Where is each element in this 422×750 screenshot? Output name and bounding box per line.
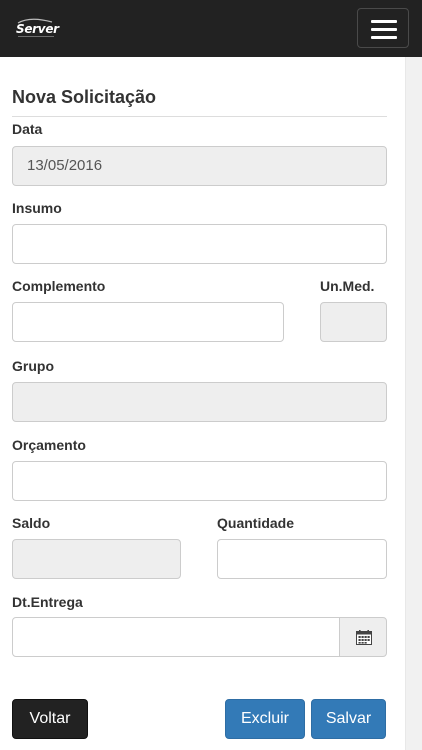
voltar-button[interactable]: Voltar	[12, 699, 88, 739]
insumo-label: Insumo	[12, 200, 62, 216]
page-title: Nova Solicitação	[12, 87, 157, 107]
quantidade-field[interactable]	[217, 539, 387, 579]
unmed-field[interactable]	[320, 302, 387, 342]
unmed-label: Un.Med.	[320, 278, 375, 294]
dtentrega-input-group	[12, 617, 387, 657]
brand-text: Server	[16, 22, 59, 36]
data-field[interactable]: 13/05/2016	[12, 146, 387, 186]
complemento-field[interactable]	[12, 302, 284, 342]
vertical-scrollbar[interactable]	[405, 57, 422, 750]
orcamento-label: Orçamento	[12, 437, 86, 453]
menu-toggle-button[interactable]	[357, 8, 409, 48]
complemento-label: Complemento	[12, 278, 106, 294]
orcamento-field[interactable]	[12, 461, 387, 501]
saldo-label: Saldo	[12, 515, 51, 531]
saldo-field[interactable]	[12, 539, 181, 579]
title-divider	[12, 116, 387, 117]
insumo-field[interactable]	[12, 224, 387, 264]
data-label: Data	[12, 121, 43, 137]
excluir-button[interactable]: Excluir	[225, 699, 305, 739]
dtentrega-label: Dt.Entrega	[12, 594, 83, 610]
calendar-button[interactable]	[339, 617, 387, 657]
navbar: Server	[0, 0, 422, 57]
dtentrega-field[interactable]	[12, 617, 340, 657]
calendar-icon	[356, 630, 372, 645]
quantidade-label: Quantidade	[217, 515, 295, 531]
page: Server Nova Solicitação Data 13/05/2016 …	[0, 0, 422, 750]
grupo-field[interactable]	[12, 382, 387, 422]
grupo-label: Grupo	[12, 358, 54, 374]
salvar-button[interactable]: Salvar	[311, 699, 386, 739]
brand-logo[interactable]: Server	[12, 17, 59, 41]
